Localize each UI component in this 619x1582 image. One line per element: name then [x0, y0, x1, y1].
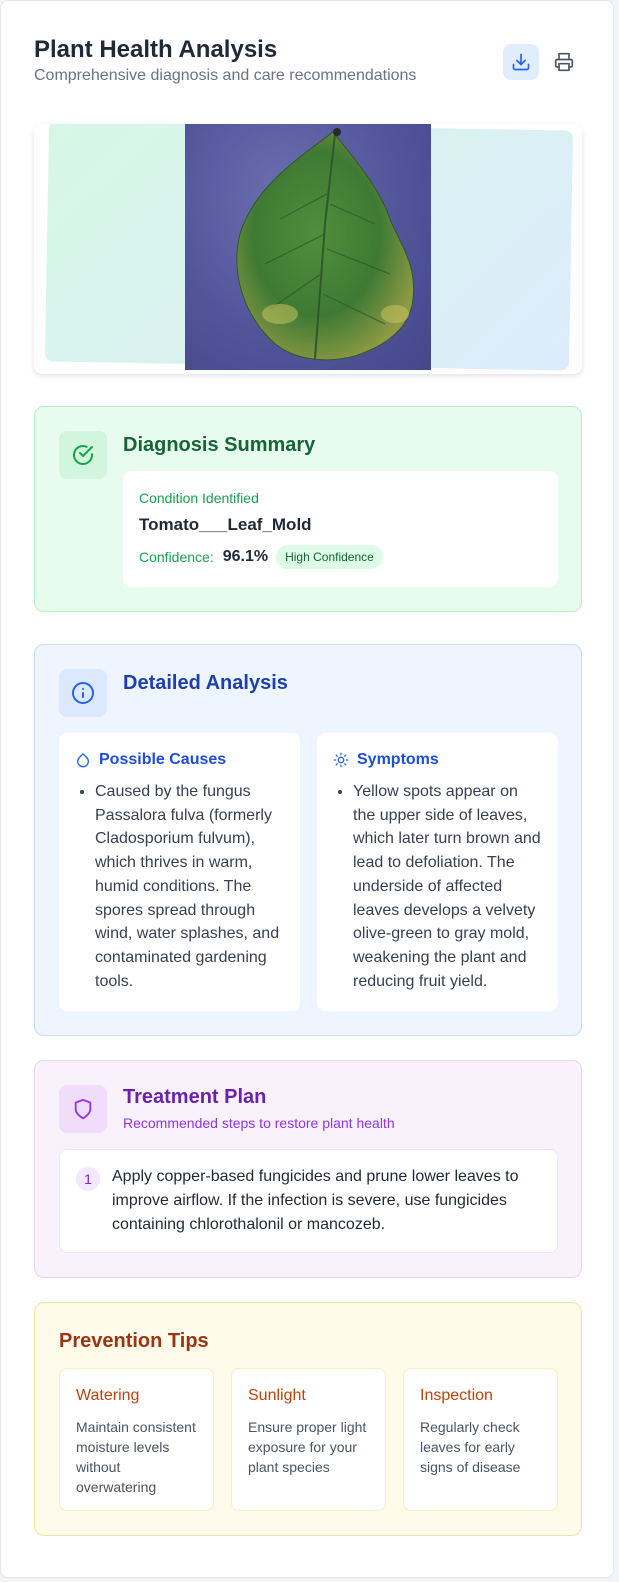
tip-title: Sunlight: [248, 1387, 306, 1404]
diagnosis-title: Diagnosis Summary: [123, 434, 316, 456]
possible-causes-panel: Possible Causes Caused by the fungus Pas…: [59, 733, 300, 1011]
droplet-icon: [77, 753, 89, 768]
symptoms-label: Symptoms: [357, 751, 439, 768]
info-icon: [72, 682, 94, 704]
tip-inspection: Inspection Regularly check leaves for ea…: [403, 1368, 558, 1511]
tip-text: Regularly check leaves for early signs o…: [420, 1419, 521, 1475]
treatment-icon-box: [59, 1085, 107, 1133]
tip-title: Inspection: [420, 1387, 493, 1404]
sun-icon: [333, 752, 349, 768]
download-button[interactable]: [503, 44, 539, 80]
tip-sunlight: Sunlight Ensure proper light exposure fo…: [231, 1368, 386, 1511]
diagnosis-icon-box: [59, 431, 107, 479]
symptoms-list: Yellow spots appear on the upper side of…: [333, 780, 542, 993]
list-item: Caused by the fungus Passalora fulva (fo…: [95, 780, 284, 993]
tip-title: Watering: [76, 1387, 140, 1404]
plant-leaf-image: [185, 124, 431, 370]
possible-causes-list: Caused by the fungus Passalora fulva (fo…: [75, 780, 284, 993]
page-title: Plant Health Analysis: [34, 36, 278, 63]
step-text: Apply copper-based fungicides and prune …: [112, 1168, 519, 1233]
step-number: 1: [76, 1167, 100, 1191]
treatment-subtitle: Recommended steps to restore plant healt…: [123, 1115, 395, 1131]
confidence-label: Confidence:: [139, 549, 214, 565]
possible-causes-heading: Possible Causes: [75, 751, 284, 769]
page-subtitle: Comprehensive diagnosis and care recomme…: [34, 67, 417, 84]
symptoms-panel: Symptoms Yellow spots appear on the uppe…: [317, 733, 558, 1011]
print-button[interactable]: [546, 44, 582, 80]
possible-causes-label: Possible Causes: [99, 751, 227, 768]
treatment-title: Treatment Plan: [123, 1086, 267, 1108]
confidence-value: 96.1%: [222, 548, 269, 565]
report-page: Plant Health Analysis Comprehensive diag…: [0, 0, 614, 1578]
detailed-analysis-card: Detailed Analysis Possible Causes Caused…: [34, 644, 582, 1036]
list-item: Yellow spots appear on the upper side of…: [353, 780, 542, 993]
treatment-step: 1 Apply copper-based fungicides and prun…: [59, 1149, 558, 1253]
report-header: Plant Health Analysis Comprehensive diag…: [34, 35, 582, 95]
condition-panel: Condition Identified Tomato___Leaf_Mold …: [123, 471, 558, 587]
diagnosis-summary-card: Diagnosis Summary Condition Identified T…: [34, 406, 582, 612]
tip-watering: Watering Maintain consistent moisture le…: [59, 1368, 214, 1511]
condition-name: Tomato___Leaf_Mold: [139, 515, 312, 534]
tip-text: Ensure proper light exposure for your pl…: [248, 1419, 367, 1475]
analysis-icon-box: [59, 669, 107, 717]
tip-text: Maintain consistent moisture levels with…: [76, 1419, 196, 1495]
confidence-row: Confidence: 96.1% High Confidence: [139, 545, 542, 569]
treatment-plan-card: Treatment Plan Recommended steps to rest…: [34, 1060, 582, 1278]
condition-label: Condition Identified: [139, 490, 259, 506]
symptoms-heading: Symptoms: [333, 751, 542, 769]
check-circle-icon: [73, 445, 93, 465]
shield-icon: [74, 1098, 92, 1120]
printer-icon: [554, 52, 574, 72]
download-icon: [512, 53, 530, 71]
confidence-badge: High Confidence: [276, 545, 383, 569]
analysis-title: Detailed Analysis: [123, 672, 288, 694]
prevention-tips-card: Prevention Tips Watering Maintain consis…: [34, 1302, 582, 1536]
plant-image-card: [34, 124, 582, 374]
prevention-title: Prevention Tips: [59, 1330, 209, 1352]
